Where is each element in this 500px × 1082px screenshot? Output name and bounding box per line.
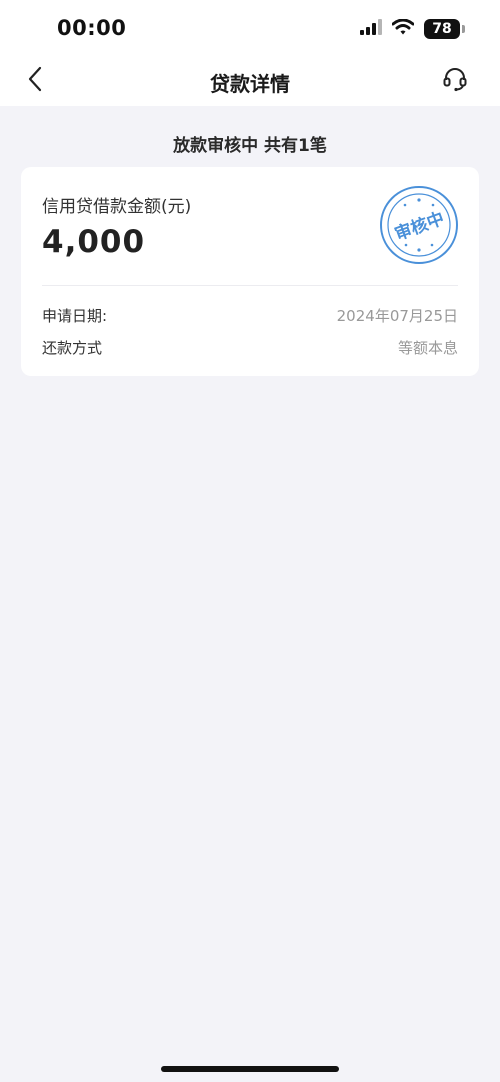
amount-value: 4,000: [42, 224, 146, 260]
status-time: 00:00: [57, 16, 127, 40]
stamp-text: 审核中: [392, 208, 447, 245]
loan-card[interactable]: 信用贷借款金额(元) 4,000 审核中 申请日期: 2024年07月25日 还…: [21, 167, 479, 376]
amount-label: 信用贷借款金额(元): [42, 197, 192, 217]
status-bar: 00:00 78: [0, 0, 500, 58]
section-header: 放款审核中 共有1笔: [173, 136, 327, 156]
battery-level: 78: [432, 21, 452, 37]
detail-value: 等额本息: [397, 338, 458, 357]
nav-bar: 贷款详情: [0, 58, 500, 106]
status-icons: 78: [360, 18, 465, 40]
home-indicator[interactable]: [161, 1066, 339, 1072]
battery-icon: 78: [424, 19, 465, 39]
headset-icon: [442, 66, 468, 96]
detail-label: 申请日期:: [42, 306, 108, 325]
signal-icon: [360, 19, 382, 39]
detail-value: 2024年07月25日: [336, 306, 458, 325]
detail-row-repayment-method: 还款方式 等额本息: [42, 336, 458, 358]
wifi-icon: [391, 18, 415, 39]
detail-label: 还款方式: [42, 338, 103, 357]
review-stamp-icon: 审核中: [379, 185, 459, 265]
customer-service-button[interactable]: [440, 66, 470, 96]
card-divider: [42, 285, 458, 286]
detail-row-apply-date: 申请日期: 2024年07月25日: [42, 304, 458, 326]
page-title: 贷款详情: [210, 72, 290, 96]
